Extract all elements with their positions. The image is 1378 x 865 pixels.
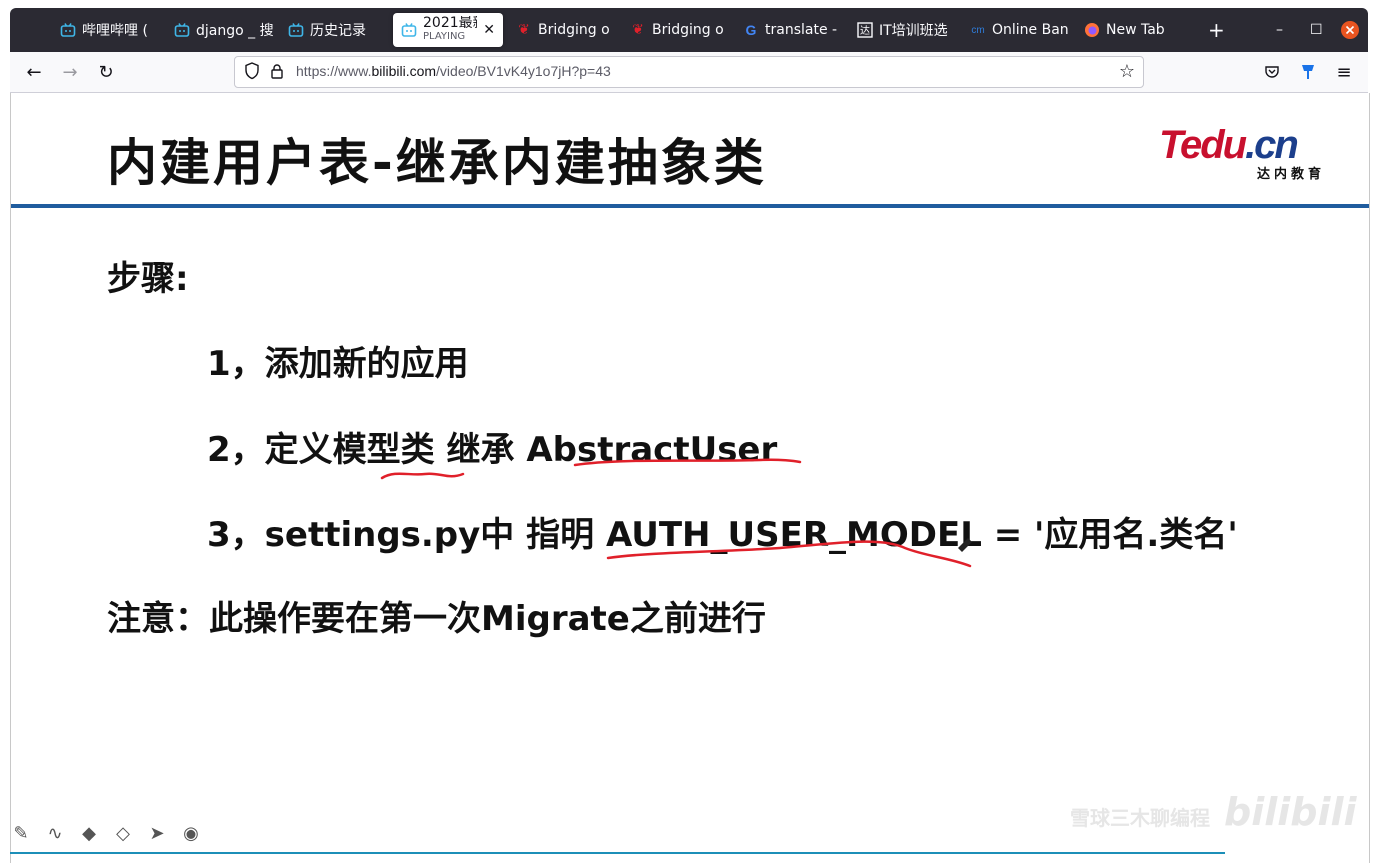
progress-line <box>10 852 1225 854</box>
close-tab-icon[interactable]: ✕ <box>483 22 495 38</box>
svg-text:达: 达 <box>860 25 870 37</box>
record-icon[interactable]: ◉ <box>180 822 202 844</box>
tab-bilibili-home[interactable]: 哔哩哔哩 ( <box>60 13 158 47</box>
tab-online-bank[interactable]: cm Online Ban <box>970 13 1068 47</box>
bank-icon: cm <box>971 24 985 36</box>
shield-icon[interactable] <box>244 62 260 84</box>
curve-icon[interactable]: ∿ <box>44 822 66 844</box>
tab-it-training[interactable]: 达 IT培训班选 <box>857 13 955 47</box>
pocket-icon[interactable] <box>1261 61 1283 83</box>
maximize-icon[interactable]: ☐ <box>1310 22 1323 38</box>
bilibili-icon <box>401 22 417 38</box>
tab-history[interactable]: 历史记录 <box>288 13 388 47</box>
tab-title: 2021最新 <box>423 16 477 31</box>
window-close-button[interactable] <box>1340 20 1360 44</box>
step-2: 2，定义模型类 继承 AbstractUser <box>207 430 778 470</box>
google-icon: G <box>745 22 757 38</box>
slide-title: 内建用户表-继承内建抽象类 <box>107 134 767 192</box>
bilibili-icon <box>174 22 190 38</box>
drawing-toolbar: ✎ ∿ ◆ ◇ ➤ ◉ <box>10 820 202 846</box>
tab-bar: 哔哩哔哩 ( django _ 搜 历史记录 2021最新 PLAYING ✕ … <box>10 8 1368 52</box>
tab-playing-label: PLAYING <box>423 31 466 42</box>
tab-new-tab[interactable]: New Tab <box>1084 13 1182 47</box>
tab-translate[interactable]: G translate - <box>743 13 841 47</box>
tab-playing-video[interactable]: 2021最新 PLAYING ✕ <box>393 13 503 47</box>
reload-icon[interactable]: ↻ <box>95 61 117 83</box>
steps-label: 步骤: <box>107 259 189 299</box>
lock-icon[interactable] <box>269 63 285 83</box>
navigation-bar: ← → ↻ https://www.bilibili.com/video/BV1… <box>10 52 1368 93</box>
site-icon: 达 <box>857 22 873 38</box>
bookmark-star-icon[interactable]: ☆ <box>1119 61 1135 82</box>
watermark: 雪球三木聊编程 bilibili <box>1070 790 1357 834</box>
menu-hamburger-icon[interactable]: ≡ <box>1333 61 1355 83</box>
pencil-icon[interactable]: ✎ <box>10 822 32 844</box>
back-arrow-icon[interactable]: ← <box>23 61 45 83</box>
note-text: 注意：此操作要在第一次Migrate之前进行 <box>107 599 766 639</box>
tedu-logo: Tedu.cn 达内教育 <box>1159 123 1325 182</box>
extension-icon[interactable] <box>1297 61 1319 83</box>
step-3: 3，settings.py中 指明 AUTH_USER_MODEL = '应用名… <box>207 515 1238 555</box>
close-icon <box>1341 21 1359 39</box>
url-text[interactable]: https://www.bilibili.com/video/BV1vK4y1o… <box>296 63 611 79</box>
step-1: 1，添加新的应用 <box>207 344 469 384</box>
firefox-icon <box>1084 22 1100 38</box>
bilibili-icon <box>60 22 76 38</box>
maple-leaf-icon: ❦ <box>632 22 644 38</box>
eraser-icon[interactable]: ◇ <box>112 822 134 844</box>
new-tab-button[interactable]: + <box>1208 20 1225 40</box>
highlighter-icon[interactable]: ◆ <box>78 822 100 844</box>
minimize-icon[interactable]: – <box>1276 22 1283 38</box>
slide: 内建用户表-继承内建抽象类 Tedu.cn 达内教育 步骤: 1，添加新的应用 … <box>10 93 1370 863</box>
tab-bridging-1[interactable]: ❦ Bridging o <box>516 13 614 47</box>
tab-django-search[interactable]: django _ 搜 <box>174 13 274 47</box>
forward-arrow-icon[interactable]: → <box>59 61 81 83</box>
title-divider <box>11 204 1369 208</box>
maple-leaf-icon: ❦ <box>518 22 530 38</box>
bilibili-icon <box>288 22 304 38</box>
tab-bridging-2[interactable]: ❦ Bridging o <box>630 13 728 47</box>
url-bar[interactable]: https://www.bilibili.com/video/BV1vK4y1o… <box>234 56 1144 88</box>
pointer-icon[interactable]: ➤ <box>146 822 168 844</box>
